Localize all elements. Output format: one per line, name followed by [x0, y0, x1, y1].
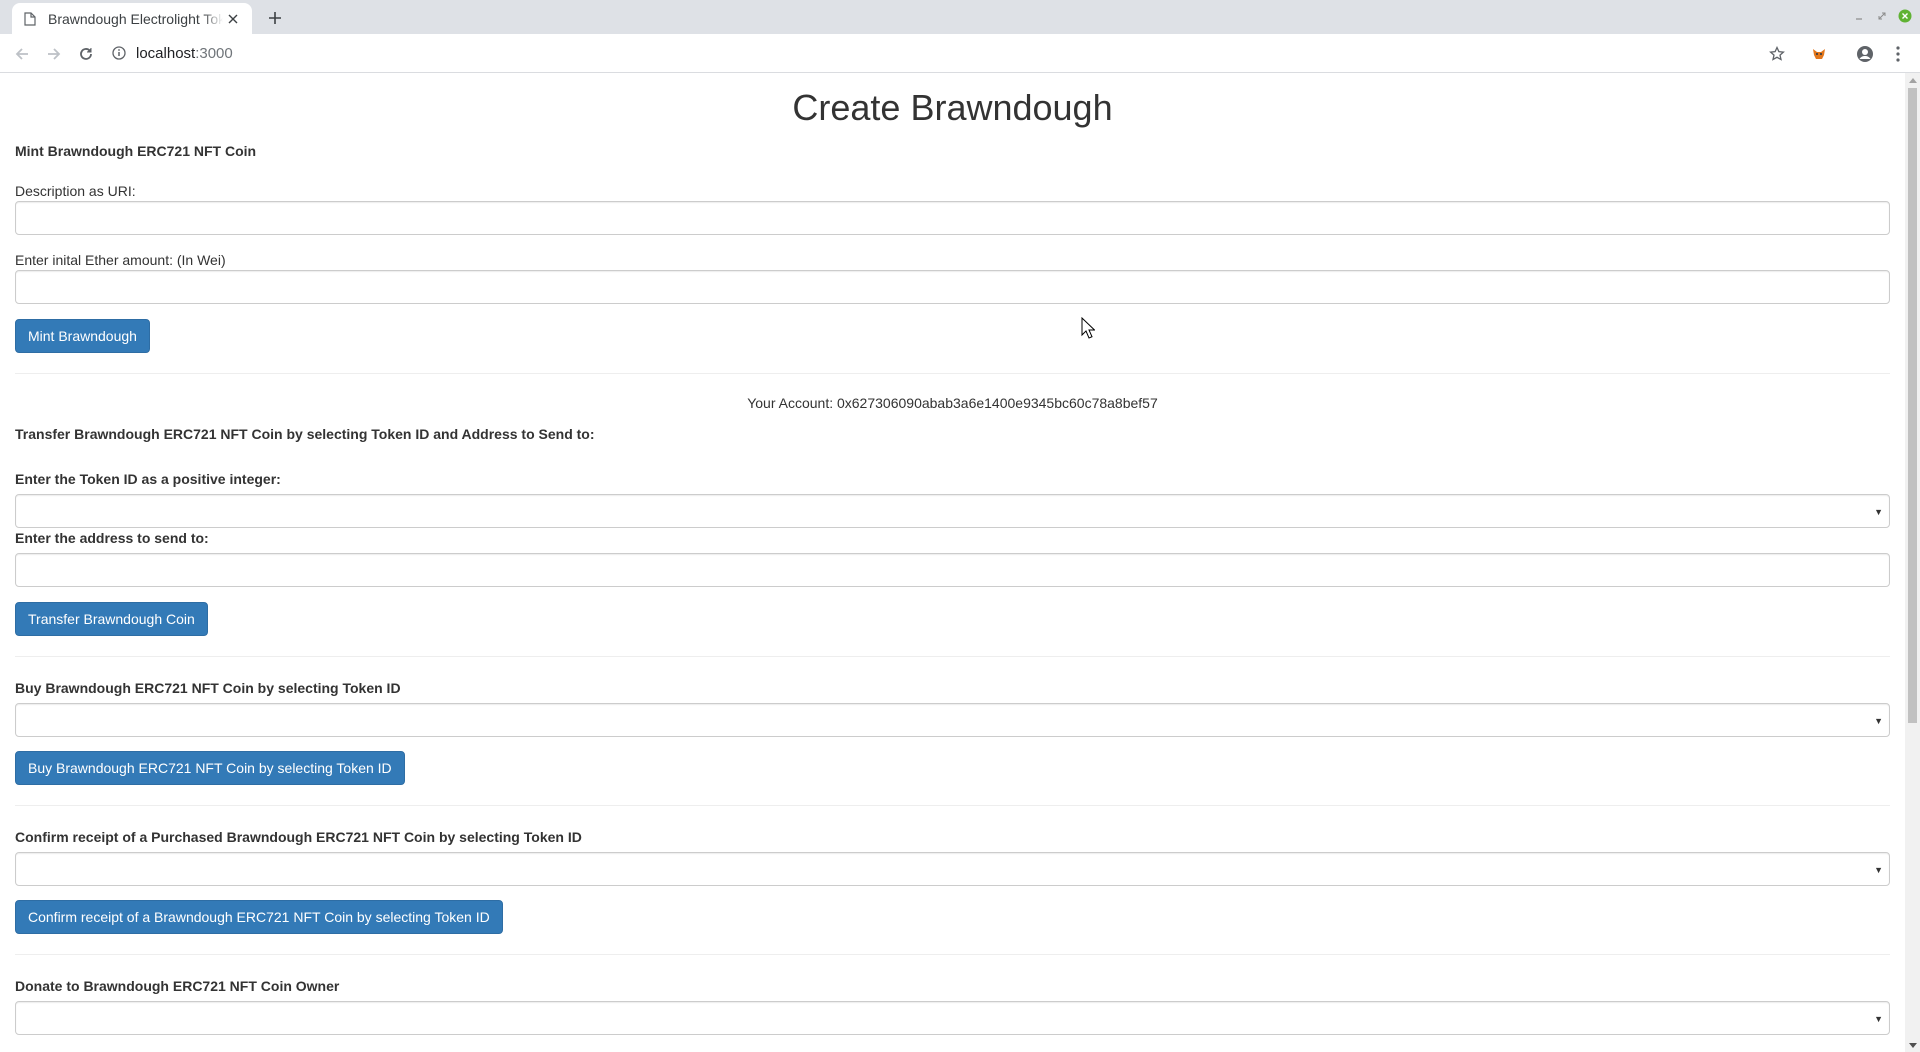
plus-icon[interactable] — [264, 7, 286, 29]
back-arrow-icon[interactable] — [11, 43, 33, 65]
confirm-button[interactable]: Confirm receipt of a Brawndough ERC721 N… — [15, 900, 503, 934]
confirm-heading: Confirm receipt of a Purchased Brawndoug… — [15, 829, 582, 845]
page-title: Create Brawndough — [792, 87, 1113, 128]
description-uri-input[interactable] — [15, 201, 1890, 235]
token-id-label: Enter the Token ID as a positive integer… — [15, 471, 281, 487]
ether-amount-label: Enter inital Ether amount: (In Wei) — [15, 252, 226, 268]
ether-amount-input[interactable] — [15, 270, 1890, 304]
browser-tab[interactable]: Brawndough Electrolight Token — [12, 3, 252, 34]
mouse-cursor-icon — [1081, 317, 1095, 339]
caret-down-icon: ▼ — [1874, 1014, 1883, 1024]
donate-heading: Donate to Brawndough ERC721 NFT Coin Own… — [15, 978, 340, 994]
divider — [15, 805, 1890, 806]
divider — [15, 656, 1890, 657]
send-address-input[interactable] — [15, 553, 1890, 587]
divider — [15, 373, 1890, 374]
vertical-scrollbar[interactable] — [1905, 73, 1920, 1052]
mint-button[interactable]: Mint Brawndough — [15, 319, 150, 353]
caret-down-icon: ▼ — [1874, 865, 1883, 875]
star-icon[interactable] — [1766, 43, 1788, 65]
address-bar[interactable]: localhost:3000 — [112, 39, 1772, 67]
transfer-button[interactable]: Transfer Brawndough Coin — [15, 602, 208, 636]
mint-heading: Mint Brawndough ERC721 NFT Coin — [15, 143, 257, 159]
scroll-up-icon[interactable] — [1905, 73, 1920, 87]
confirm-token-select[interactable]: ▼ — [15, 852, 1890, 886]
caret-down-icon: ▼ — [1874, 716, 1883, 726]
account-icon[interactable] — [1854, 43, 1876, 65]
tab-strip: Brawndough Electrolight Token — [0, 0, 1920, 34]
page-viewport: Create Brawndough Mint Brawndough ERC721… — [0, 73, 1905, 1052]
buy-heading: Buy Brawndough ERC721 NFT Coin by select… — [15, 680, 401, 696]
minimize-icon[interactable] — [1851, 8, 1867, 24]
info-icon[interactable] — [112, 46, 126, 60]
transfer-token-select[interactable]: ▼ — [15, 494, 1890, 528]
send-address-label: Enter the address to send to: — [15, 530, 209, 546]
fox-extension-icon[interactable] — [1808, 43, 1830, 65]
buy-token-select[interactable]: ▼ — [15, 703, 1890, 737]
donate-token-select[interactable]: ▼ — [15, 1001, 1890, 1035]
url-host: localhost — [136, 44, 196, 62]
forward-arrow-icon[interactable] — [43, 43, 65, 65]
window-close-icon[interactable] — [1897, 8, 1913, 24]
url-port: :3000 — [195, 44, 233, 62]
caret-down-icon: ▼ — [1874, 507, 1883, 517]
maximize-icon[interactable] — [1874, 8, 1890, 24]
url-text: localhost:3000 — [136, 45, 233, 62]
browser-toolbar: localhost:3000 — [0, 34, 1920, 73]
close-icon[interactable] — [224, 10, 242, 28]
description-label: Description as URI: — [15, 183, 136, 199]
menu-dots-icon[interactable] — [1887, 43, 1909, 65]
account-address: Your Account: 0x627306090abab3a6e1400e93… — [747, 395, 1158, 411]
tab-title: Brawndough Electrolight Token — [48, 10, 223, 27]
transfer-heading: Transfer Brawndough ERC721 NFT Coin by s… — [15, 426, 595, 442]
scroll-thumb[interactable] — [1908, 88, 1917, 723]
divider — [15, 954, 1890, 955]
page-icon — [22, 11, 38, 27]
reload-icon[interactable] — [75, 43, 97, 65]
scroll-down-icon[interactable] — [1905, 1038, 1920, 1052]
buy-button[interactable]: Buy Brawndough ERC721 NFT Coin by select… — [15, 751, 405, 785]
